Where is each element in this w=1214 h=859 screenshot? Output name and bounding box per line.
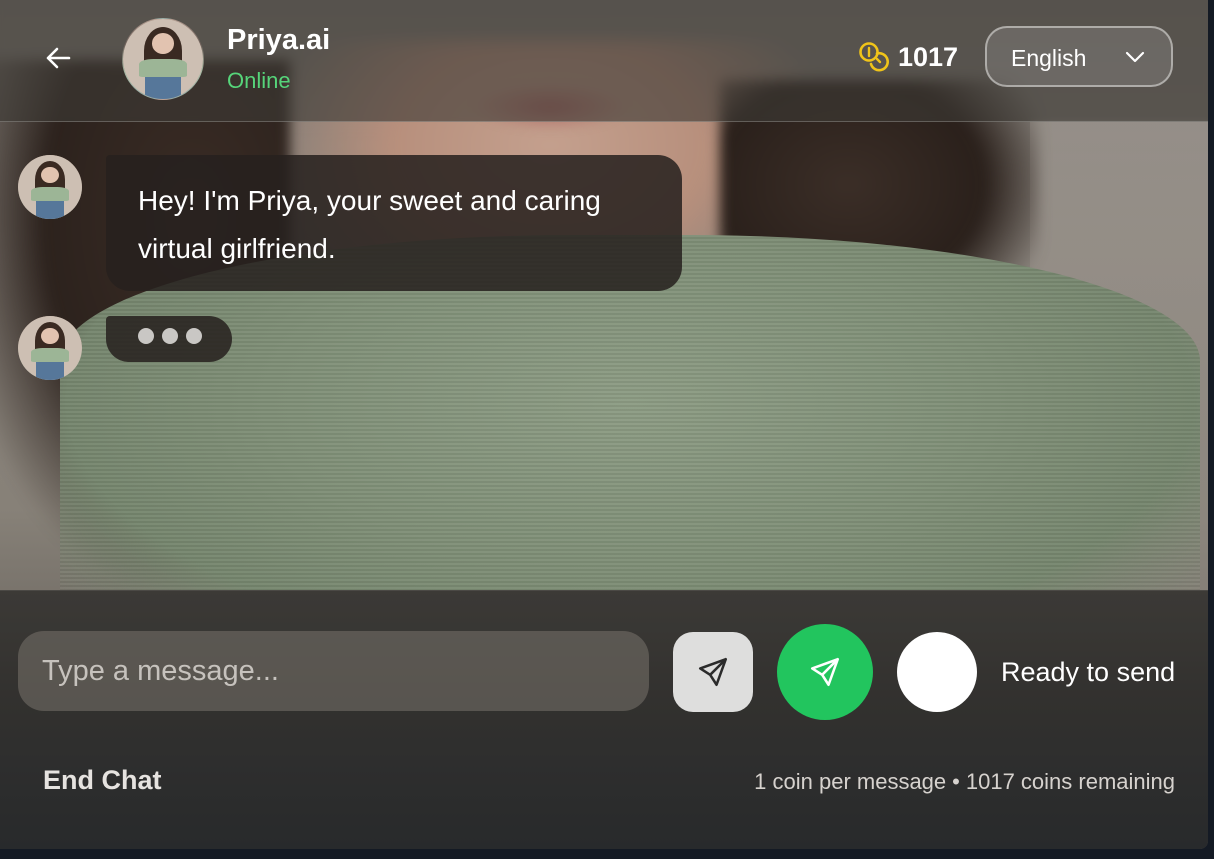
typing-dot bbox=[162, 328, 178, 344]
send-button[interactable] bbox=[777, 624, 873, 720]
coin-cost-note: 1 coin per message • 1017 coins remaining bbox=[754, 769, 1175, 795]
language-label: English bbox=[1011, 45, 1087, 71]
send-icon bbox=[810, 657, 840, 687]
avatar[interactable] bbox=[122, 18, 204, 100]
back-button[interactable] bbox=[38, 38, 78, 78]
chat-header: Priya.ai Online 1017 English bbox=[0, 0, 1208, 122]
chat-app: Priya.ai Online 1017 English Hey! I'm Pr… bbox=[0, 0, 1208, 849]
coin-balance: 1017 bbox=[858, 40, 958, 74]
message-text: Hey! I'm Priya, your sweet and caring vi… bbox=[138, 185, 601, 264]
contact-name: Priya.ai bbox=[227, 24, 331, 56]
message-input[interactable] bbox=[18, 631, 649, 711]
online-status: Online bbox=[227, 68, 291, 93]
language-select[interactable]: English bbox=[985, 26, 1173, 87]
record-button[interactable] bbox=[897, 632, 977, 712]
ready-status: Ready to send bbox=[1001, 657, 1176, 687]
chevron-down-icon bbox=[1125, 51, 1145, 63]
coins-icon bbox=[859, 42, 889, 72]
message-bubble: Hey! I'm Priya, your sweet and caring vi… bbox=[106, 155, 682, 291]
separator: • bbox=[952, 769, 960, 794]
cost-text: 1 coin per message bbox=[754, 769, 947, 794]
send-icon bbox=[698, 657, 728, 687]
composer: Ready to send End Chat 1 coin per messag… bbox=[0, 590, 1208, 849]
typing-dot bbox=[186, 328, 202, 344]
bot-avatar bbox=[18, 316, 82, 380]
typing-dot bbox=[138, 328, 154, 344]
arrow-left-icon bbox=[46, 47, 71, 69]
send-button-secondary[interactable] bbox=[673, 632, 753, 712]
bot-avatar bbox=[18, 155, 82, 219]
remaining-text: 1017 coins remaining bbox=[965, 769, 1175, 794]
typing-indicator bbox=[106, 316, 232, 362]
coin-count: 1017 bbox=[898, 41, 959, 72]
end-chat-button[interactable]: End Chat bbox=[43, 765, 162, 796]
